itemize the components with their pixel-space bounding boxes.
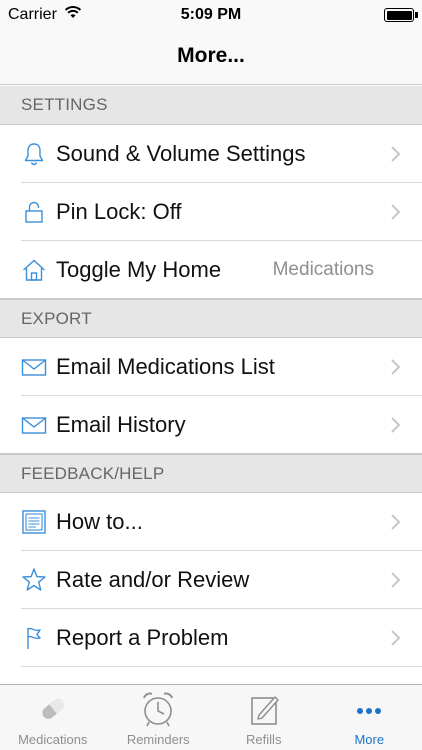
section-header-settings: SETTINGS <box>0 86 422 125</box>
report-problem-row[interactable]: Report a Problem <box>0 609 422 667</box>
how-to-label: How to... <box>56 509 143 534</box>
sound-volume-settings-row[interactable]: Sound & Volume Settings <box>0 125 422 183</box>
tab-refills-label: Refills <box>246 732 282 747</box>
toggle-my-home-value: Medications <box>272 259 374 280</box>
tab-bar: Medications Reminders Refills More <box>0 684 422 750</box>
chevron-right-icon <box>391 514 401 530</box>
rate-review-label: Rate and/or Review <box>56 567 250 592</box>
sound-volume-settings-label: Sound & Volume Settings <box>56 141 306 166</box>
lock-icon <box>21 199 47 225</box>
chevron-right-icon <box>391 146 401 162</box>
report-problem-label: Report a Problem <box>56 625 229 650</box>
pencil-note-icon <box>250 696 279 725</box>
bell-icon <box>21 141 47 167</box>
email-medications-list-row[interactable]: Email Medications List <box>0 338 422 396</box>
settings-list[interactable]: SETTINGS Sound & Volume Settings Pin Loc… <box>0 86 422 683</box>
section-header-feedback-help: FEEDBACK/HELP <box>0 454 422 493</box>
document-icon <box>21 509 47 535</box>
tab-more[interactable]: More <box>317 685 422 750</box>
chevron-right-icon <box>391 359 401 375</box>
navigation-bar: More... <box>0 30 422 85</box>
alarm-clock-icon <box>143 692 174 727</box>
ellipsis-icon <box>357 708 382 714</box>
pill-icon <box>42 699 64 719</box>
toggle-my-home-row[interactable]: Toggle My Home Medications <box>0 241 422 299</box>
tab-medications-label: Medications <box>18 732 88 747</box>
status-bar: Carrier 5:09 PM <box>0 0 422 30</box>
section-header-export: EXPORT <box>0 299 422 338</box>
email-history-label: Email History <box>56 412 186 437</box>
pin-lock-row[interactable]: Pin Lock: Off <box>0 183 422 241</box>
star-icon <box>21 567 47 593</box>
how-to-row[interactable]: How to... <box>0 493 422 551</box>
chevron-right-icon <box>391 204 401 220</box>
chevron-right-icon <box>391 630 401 646</box>
tab-more-label: More <box>354 732 385 747</box>
chevron-right-icon <box>391 417 401 433</box>
email-medications-list-label: Email Medications List <box>56 354 275 379</box>
tab-reminders-label: Reminders <box>126 732 190 747</box>
email-history-row[interactable]: Email History <box>0 396 422 454</box>
toggle-my-home-label: Toggle My Home <box>56 257 222 282</box>
tab-refills[interactable]: Refills <box>211 685 317 750</box>
flag-icon <box>21 625 47 651</box>
pin-lock-label: Pin Lock: Off <box>56 199 182 224</box>
status-time: 5:09 PM <box>180 6 242 23</box>
envelope-icon <box>21 354 47 380</box>
chevron-right-icon <box>391 572 401 588</box>
envelope-icon <box>21 412 47 438</box>
battery-icon <box>384 8 418 22</box>
page-title: More... <box>177 44 245 67</box>
house-icon <box>21 257 47 283</box>
tab-reminders[interactable]: Reminders <box>106 685 212 750</box>
tab-medications[interactable]: Medications <box>0 685 106 750</box>
rate-review-row[interactable]: Rate and/or Review <box>0 551 422 609</box>
